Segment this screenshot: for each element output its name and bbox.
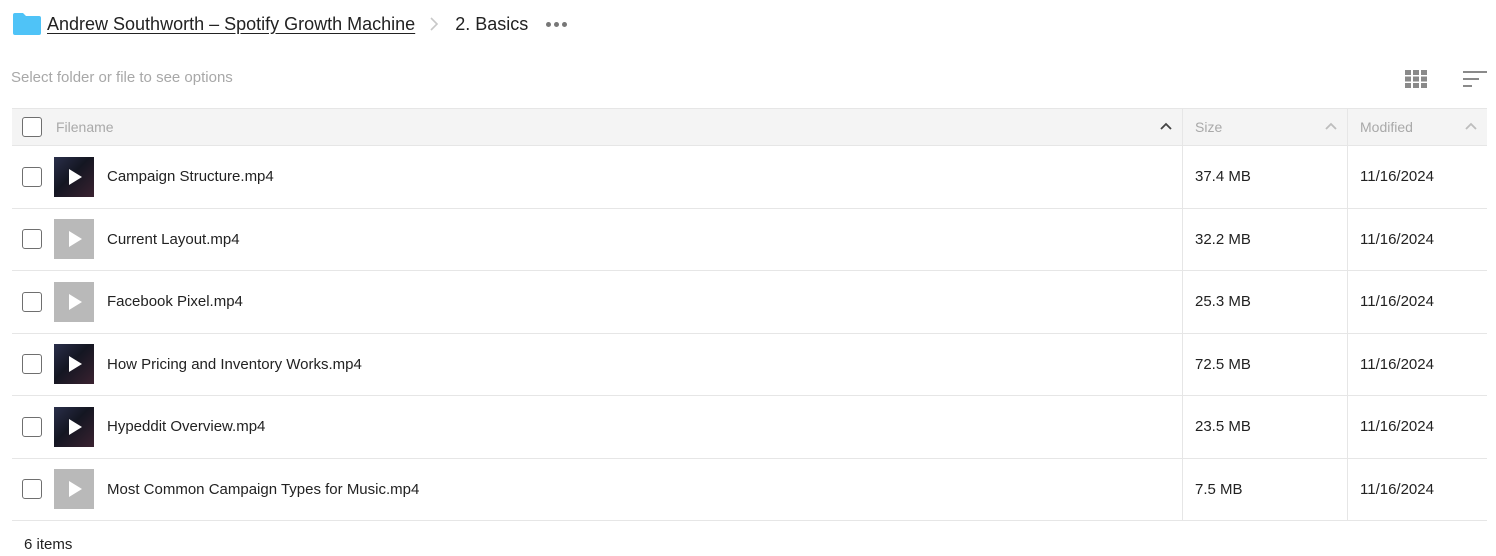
file-size: 72.5 MB <box>1195 355 1251 373</box>
play-icon <box>69 356 82 373</box>
selection-hint: Select folder or file to see options <box>11 69 233 86</box>
row-checkbox[interactable] <box>22 354 42 375</box>
table-row[interactable]: Current Layout.mp4 32.2 MB 11/16/2024 <box>12 208 1487 271</box>
more-horizontal-icon[interactable] <box>546 14 568 34</box>
file-size: 25.3 MB <box>1195 293 1251 311</box>
file-modified: 11/16/2024 <box>1360 355 1434 373</box>
table-row[interactable]: Hypeddit Overview.mp4 23.5 MB 11/16/2024 <box>12 396 1487 459</box>
file-modified: 11/16/2024 <box>1360 480 1434 498</box>
breadcrumb-current: 2. Basics <box>455 13 529 34</box>
file-modified: 11/16/2024 <box>1360 230 1434 248</box>
sort-icon[interactable] <box>1463 70 1487 88</box>
breadcrumb-parent-link[interactable]: Andrew Southworth – Spotify Growth Machi… <box>47 14 415 35</box>
modified-header[interactable]: Modified <box>1360 119 1413 135</box>
breadcrumb: Andrew Southworth – Spotify Growth Machi… <box>12 0 568 48</box>
file-name[interactable]: How Pricing and Inventory Works.mp4 <box>107 356 362 373</box>
file-name[interactable]: Current Layout.mp4 <box>107 231 240 248</box>
sort-caret-icon[interactable] <box>1325 122 1337 130</box>
filename-header[interactable]: Filename <box>56 119 114 135</box>
item-count: 6 items <box>24 536 73 553</box>
table-row[interactable]: Most Common Campaign Types for Music.mp4… <box>12 458 1487 521</box>
sort-ascending-icon[interactable] <box>1160 122 1172 130</box>
table-header: Filename Size Modified <box>12 108 1487 146</box>
video-thumbnail[interactable] <box>54 406 94 447</box>
table-row[interactable]: How Pricing and Inventory Works.mp4 72.5 … <box>12 333 1487 396</box>
select-all-checkbox[interactable] <box>22 117 42 137</box>
file-name[interactable]: Hypeddit Overview.mp4 <box>107 418 265 435</box>
play-icon <box>69 481 82 498</box>
file-modified: 11/16/2024 <box>1360 418 1434 436</box>
play-icon <box>69 293 82 310</box>
row-checkbox[interactable] <box>22 416 42 437</box>
row-checkbox[interactable] <box>22 479 42 500</box>
video-thumbnail[interactable] <box>54 469 94 510</box>
file-size: 37.4 MB <box>1195 168 1251 186</box>
video-thumbnail[interactable] <box>54 156 94 197</box>
file-size: 7.5 MB <box>1195 480 1243 498</box>
file-modified: 11/16/2024 <box>1360 168 1434 186</box>
folder-icon <box>12 12 42 36</box>
table-row[interactable]: Campaign Structure.mp4 37.4 MB 11/16/2024 <box>12 146 1487 209</box>
video-thumbnail[interactable] <box>54 281 94 322</box>
file-size: 32.2 MB <box>1195 230 1251 248</box>
chevron-right-icon <box>429 17 439 31</box>
sort-caret-icon[interactable] <box>1465 122 1477 130</box>
size-header[interactable]: Size <box>1195 119 1222 135</box>
video-thumbnail[interactable] <box>54 344 94 385</box>
file-size: 23.5 MB <box>1195 418 1251 436</box>
table-row[interactable]: Facebook Pixel.mp4 25.3 MB 11/16/2024 <box>12 271 1487 334</box>
file-name[interactable]: Most Common Campaign Types for Music.mp4 <box>107 481 419 498</box>
file-name[interactable]: Campaign Structure.mp4 <box>107 168 274 185</box>
row-checkbox[interactable] <box>22 291 42 312</box>
file-name[interactable]: Facebook Pixel.mp4 <box>107 293 243 310</box>
file-table: Filename Size Modified Campaign Structur… <box>12 108 1487 521</box>
play-icon <box>69 168 82 185</box>
play-icon <box>69 231 82 248</box>
file-modified: 11/16/2024 <box>1360 293 1434 311</box>
video-thumbnail[interactable] <box>54 219 94 260</box>
grid-view-icon[interactable] <box>1405 70 1427 88</box>
play-icon <box>69 418 82 435</box>
row-checkbox[interactable] <box>22 229 42 250</box>
row-checkbox[interactable] <box>22 166 42 187</box>
